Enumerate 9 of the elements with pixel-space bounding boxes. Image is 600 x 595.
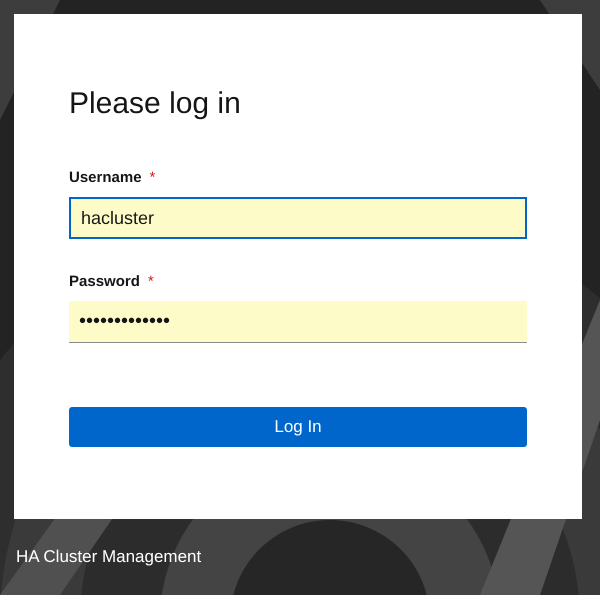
required-mark: *: [148, 273, 154, 290]
login-button[interactable]: Log In: [69, 407, 527, 447]
required-mark: *: [150, 169, 156, 186]
username-field[interactable]: hacluster: [69, 197, 527, 239]
page-title: Please log in: [69, 87, 242, 121]
brand-text: HA Cluster Management: [15, 546, 202, 567]
field-label: Password: [69, 273, 140, 290]
password-field[interactable]: •••••••••••••: [69, 301, 527, 343]
field-label: Username: [69, 169, 142, 186]
